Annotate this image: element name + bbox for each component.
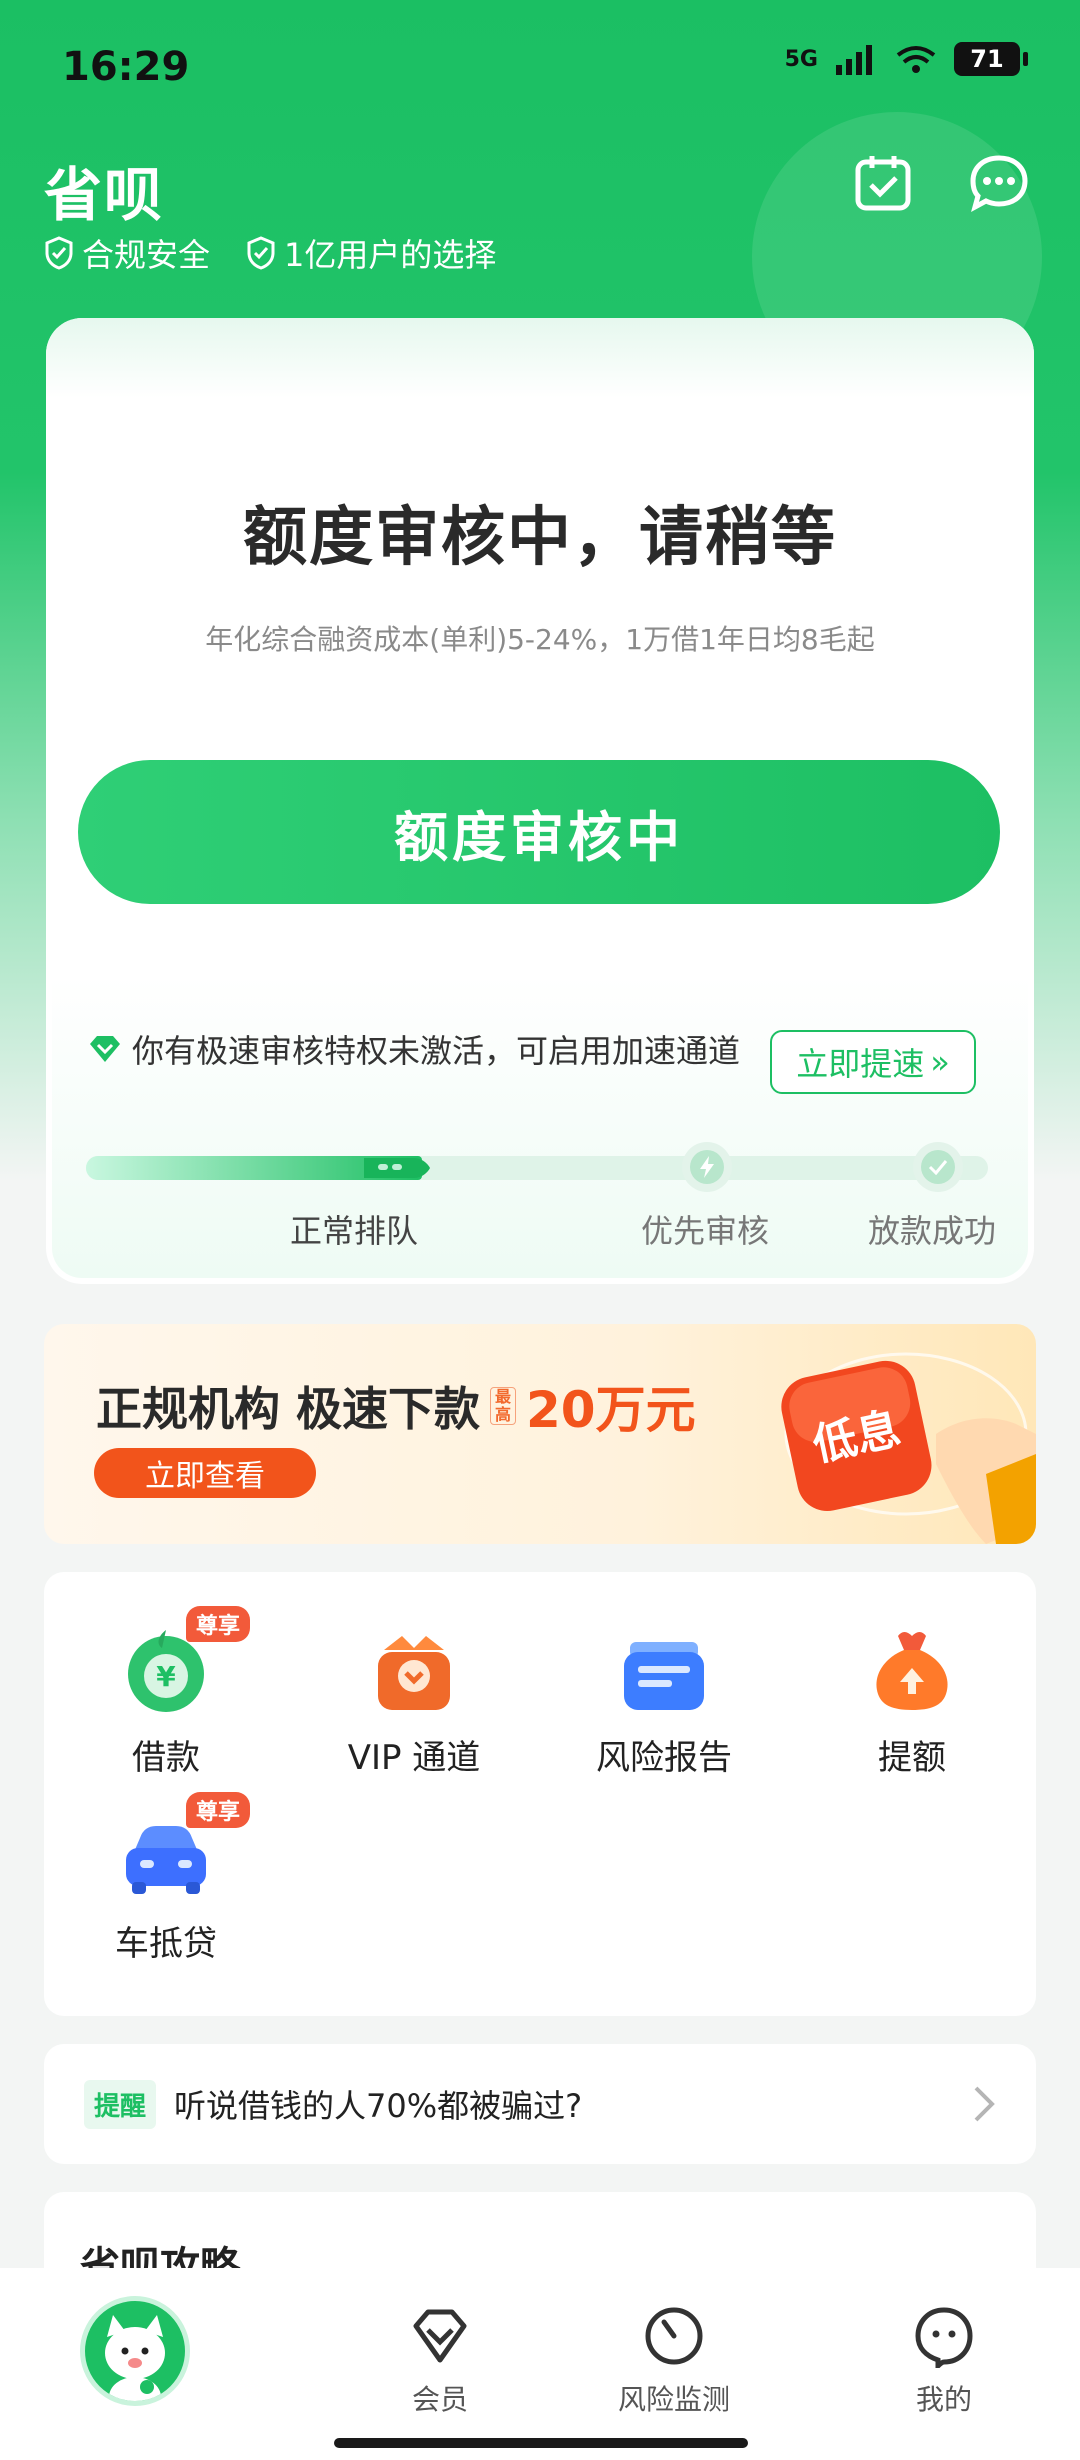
service-label: 提额 (878, 1738, 946, 1778)
shield-check-icon (45, 236, 73, 270)
promo-view-button[interactable]: 立即查看 (94, 1448, 316, 1498)
promo-max-tag: 最高 (490, 1387, 517, 1425)
status-icons: 5G 71 (784, 42, 1028, 76)
app-brand-logo: 省呗 (44, 161, 165, 229)
service-label: 借款 (132, 1738, 200, 1778)
step-success-dot (913, 1142, 963, 1192)
trust-badge: 合规安全 (44, 230, 210, 276)
tab-mine[interactable]: 我的 (844, 2304, 1044, 2418)
service-label: VIP 通道 (347, 1738, 481, 1778)
service-label: 风险报告 (596, 1738, 732, 1778)
step-label-queue: 正常排队 (290, 1212, 419, 1250)
wifi-icon (896, 46, 936, 73)
status-time: 16:29 (62, 44, 190, 90)
reminder-text: 听说借钱的人70%都被骗过? (174, 2087, 583, 2125)
chevron-right-icon (974, 2086, 995, 2122)
low-interest-icon: 低息 (781, 1352, 1036, 1544)
double-chevron-right-icon: » (930, 1043, 950, 1081)
tab-member[interactable]: 会员 (340, 2304, 540, 2418)
car-icon: 尊享 (118, 1792, 250, 1904)
privilege-text: 你有极速审核特权未激活，可启用加速通道 (132, 1032, 741, 1070)
service-car-loan[interactable]: 尊享 车抵贷 (66, 1792, 266, 1965)
service-risk-report[interactable]: 风险报告 (564, 1622, 764, 1779)
calendar-check-icon[interactable] (852, 152, 914, 214)
mascot-home-icon[interactable] (80, 2296, 190, 2406)
promo-amount: 20万元 (526, 1381, 696, 1439)
diamond-icon (413, 2309, 467, 2363)
chat-icon[interactable] (968, 152, 1030, 214)
train-icon (364, 1158, 430, 1178)
step-label-priority: 优先审核 (641, 1212, 770, 1250)
profile-face-icon (915, 2307, 973, 2373)
check-icon (921, 1150, 955, 1184)
step-priority-dot (682, 1142, 732, 1192)
service-label: 车抵贷 (115, 1924, 217, 1964)
money-bag-icon (864, 1622, 960, 1718)
trust-badge: 1亿用户的选择 (246, 230, 496, 276)
network-label: 5G (784, 46, 818, 72)
services-grid: ¥ 尊享 借款 VIP 通道 风险报告 提额 尊享 车抵贷 (44, 1572, 1036, 2016)
reminder-notice[interactable]: 提醒 听说借钱的人70%都被骗过? (44, 2044, 1036, 2164)
promo-title: 正规机构 极速下款 (96, 1382, 481, 1436)
step-label-success: 放款成功 (868, 1212, 997, 1250)
yuan-coin-icon: ¥ 尊享 (118, 1606, 250, 1718)
privilege-notice: 你有极速审核特权未激活，可启用加速通道 (88, 1026, 740, 1072)
status-bar: 16:29 5G 71 (0, 0, 1080, 130)
gauge-icon (645, 2307, 703, 2365)
credit-status-card: 额度审核中，请稍等 年化综合融资成本(单利)5-24%，1万借1年日均8毛起 额… (46, 318, 1034, 1284)
promo-banner[interactable]: 正规机构 极速下款 最高 20万元 立即查看 低息 (44, 1324, 1036, 1544)
exclusive-badge: 尊享 (185, 1606, 250, 1642)
tab-label: 会员 (411, 2383, 468, 2416)
trust-badges: 合规安全 1亿用户的选择 (44, 230, 496, 276)
signal-icon (836, 45, 872, 75)
reminder-tag: 提醒 (84, 2079, 157, 2129)
shield-check-icon (247, 236, 275, 270)
card-top-fade (46, 318, 1034, 398)
header-actions (852, 152, 1030, 214)
service-raise-limit[interactable]: 提额 (812, 1622, 1012, 1779)
service-borrow[interactable]: ¥ 尊享 借款 (66, 1606, 266, 1779)
review-status-title: 额度审核中，请稍等 (243, 501, 837, 575)
battery-indicator: 71 (954, 42, 1028, 76)
service-vip[interactable]: VIP 通道 (314, 1622, 514, 1779)
tab-label: 我的 (915, 2383, 972, 2416)
vip-envelope-icon (366, 1622, 462, 1718)
lightning-icon (690, 1150, 724, 1184)
home-indicator (334, 2438, 748, 2448)
rate-disclaimer: 年化综合融资成本(单利)5-24%，1万借1年日均8毛起 (205, 623, 875, 656)
report-folder-icon (616, 1622, 712, 1718)
trust-badge-label: 合规安全 (82, 236, 211, 274)
tab-label: 风险监测 (617, 2383, 730, 2416)
speed-up-label: 立即提速 (796, 1045, 925, 1083)
review-status-button[interactable]: 额度审核中 (78, 760, 1000, 904)
promo-headline: 正规机构 极速下款 最高 20万元 (96, 1370, 696, 1442)
diamond-icon (90, 1036, 120, 1062)
speed-up-button[interactable]: 立即提速 » (770, 1030, 976, 1094)
svg-text:¥: ¥ (156, 1660, 176, 1693)
trust-badge-label: 1亿用户的选择 (284, 236, 497, 274)
exclusive-badge: 尊享 (185, 1792, 250, 1828)
tab-risk-monitor[interactable]: 风险监测 (574, 2304, 774, 2418)
